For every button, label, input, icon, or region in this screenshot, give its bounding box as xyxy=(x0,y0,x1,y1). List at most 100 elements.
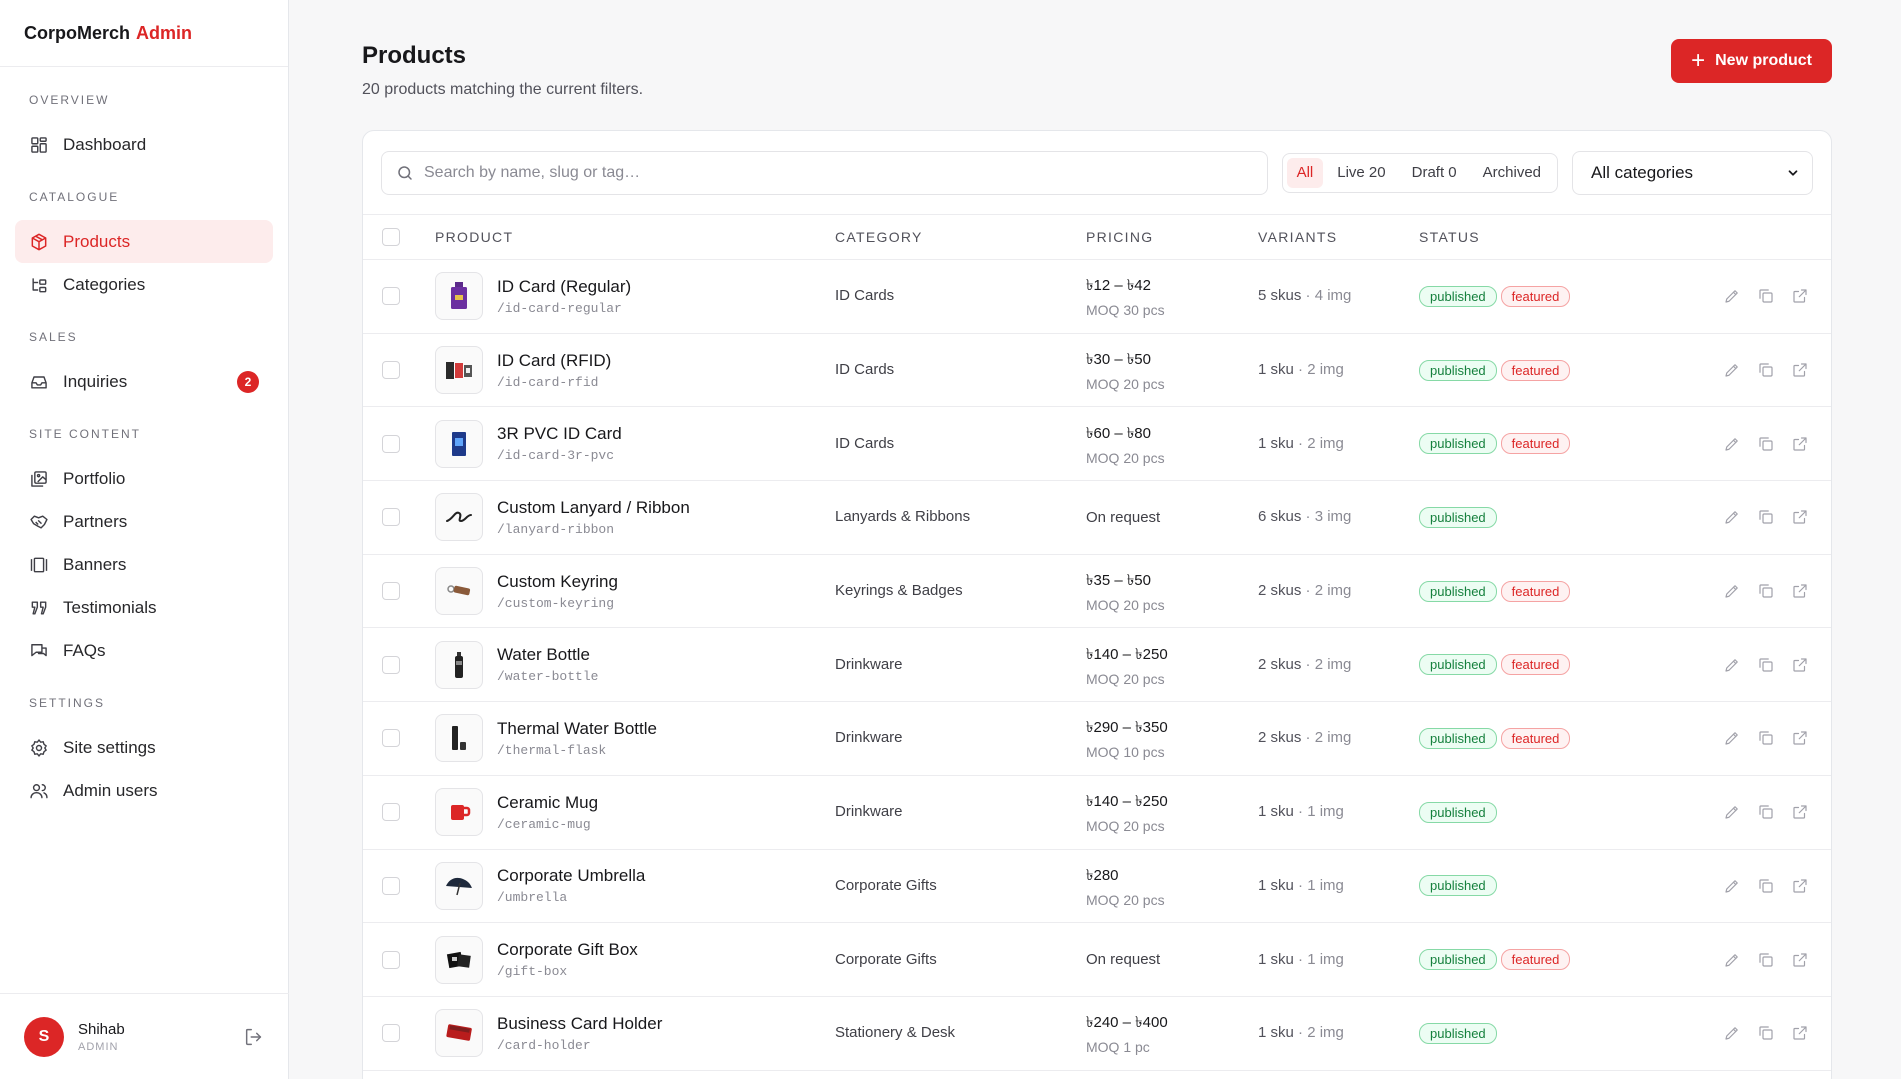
avatar[interactable]: S xyxy=(24,1016,64,1057)
product-name[interactable]: Thermal Water Bottle xyxy=(497,719,657,739)
search-input[interactable] xyxy=(424,163,1253,182)
sidebar-item-banners[interactable]: Banners xyxy=(15,543,273,586)
edit-icon[interactable] xyxy=(1723,951,1741,969)
table-row[interactable]: ID Card (RFID) /id-card-rfid ID Cards ৳3… xyxy=(363,334,1831,408)
table-row[interactable]: Corporate Gift Box /gift-box Corporate G… xyxy=(363,923,1831,997)
table-row[interactable]: Custom Lanyard / Ribbon /lanyard-ribbon … xyxy=(363,481,1831,555)
external-link-icon[interactable] xyxy=(1791,729,1809,747)
sidebar-item-inquiries[interactable]: Inquiries 2 xyxy=(15,360,273,403)
product-name[interactable]: Corporate Umbrella xyxy=(497,866,645,886)
header-product[interactable]: PRODUCT xyxy=(435,229,835,245)
external-link-icon[interactable] xyxy=(1791,508,1809,526)
external-link-icon[interactable] xyxy=(1791,582,1809,600)
product-name[interactable]: Corporate Gift Box xyxy=(497,940,638,960)
sidebar-item-portfolio[interactable]: Portfolio xyxy=(15,457,273,500)
edit-icon[interactable] xyxy=(1723,656,1741,674)
header-category[interactable]: CATEGORY xyxy=(835,229,1086,245)
table-row[interactable]: ID Card (Regular) /id-card-regular ID Ca… xyxy=(363,260,1831,334)
product-name[interactable]: 3R PVC ID Card xyxy=(497,424,622,444)
edit-icon[interactable] xyxy=(1723,1024,1741,1042)
row-checkbox[interactable] xyxy=(382,729,400,748)
product-name[interactable]: ID Card (Regular) xyxy=(497,277,631,297)
sidebar-item-site-settings[interactable]: Site settings xyxy=(15,726,273,769)
header-status[interactable]: STATUS xyxy=(1419,229,1719,245)
header-variants[interactable]: VARIANTS xyxy=(1258,229,1419,245)
external-link-icon[interactable] xyxy=(1791,287,1809,305)
duplicate-icon[interactable] xyxy=(1757,951,1775,969)
duplicate-icon[interactable] xyxy=(1757,361,1775,379)
duplicate-icon[interactable] xyxy=(1757,729,1775,747)
sidebar-item-categories[interactable]: Categories xyxy=(15,263,273,306)
duplicate-icon[interactable] xyxy=(1757,582,1775,600)
sidebar-item-admin-users[interactable]: Admin users xyxy=(15,769,273,812)
product-name[interactable]: Ceramic Mug xyxy=(497,793,598,813)
duplicate-icon[interactable] xyxy=(1757,435,1775,453)
edit-icon[interactable] xyxy=(1723,508,1741,526)
product-name[interactable]: Business Card Holder xyxy=(497,1014,662,1034)
row-checkbox[interactable] xyxy=(382,655,400,674)
search-box[interactable] xyxy=(381,150,1268,195)
product-thumbnail[interactable] xyxy=(435,493,483,542)
row-checkbox[interactable] xyxy=(382,434,400,453)
duplicate-icon[interactable] xyxy=(1757,656,1775,674)
filter-draft[interactable]: Draft 0 xyxy=(1400,158,1469,188)
product-thumbnail[interactable] xyxy=(435,567,483,616)
sidebar-item-testimonials[interactable]: Testimonials xyxy=(15,586,273,629)
edit-icon[interactable] xyxy=(1723,435,1741,453)
edit-icon[interactable] xyxy=(1723,877,1741,895)
table-row[interactable]: 3R PVC ID Card /id-card-3r-pvc ID Cards … xyxy=(363,407,1831,482)
external-link-icon[interactable] xyxy=(1791,877,1809,895)
product-name[interactable]: Custom Lanyard / Ribbon xyxy=(497,498,690,518)
sidebar-item-products[interactable]: Products xyxy=(15,220,273,263)
edit-icon[interactable] xyxy=(1723,803,1741,821)
duplicate-icon[interactable] xyxy=(1757,287,1775,305)
table-row[interactable]: Water Bottle /water-bottle Drinkware ৳14… xyxy=(363,628,1831,703)
row-checkbox[interactable] xyxy=(382,508,400,527)
edit-icon[interactable] xyxy=(1723,361,1741,379)
external-link-icon[interactable] xyxy=(1791,361,1809,379)
filter-all[interactable]: All xyxy=(1286,157,1324,188)
duplicate-icon[interactable] xyxy=(1757,877,1775,895)
sidebar-item-dashboard[interactable]: Dashboard xyxy=(15,123,273,166)
product-name[interactable]: Custom Keyring xyxy=(497,572,618,592)
product-thumbnail[interactable] xyxy=(435,640,483,689)
external-link-icon[interactable] xyxy=(1791,435,1809,453)
product-thumbnail[interactable] xyxy=(435,272,483,321)
product-thumbnail[interactable] xyxy=(435,714,483,763)
row-checkbox[interactable] xyxy=(382,876,400,895)
row-checkbox[interactable] xyxy=(382,582,400,601)
product-thumbnail[interactable] xyxy=(435,788,483,837)
table-row[interactable]: Ceramic Mug /ceramic-mug Drinkware ৳140 … xyxy=(363,776,1831,850)
row-checkbox[interactable] xyxy=(382,361,400,380)
logout-icon[interactable] xyxy=(243,1026,265,1048)
select-all-checkbox[interactable] xyxy=(382,228,400,246)
duplicate-icon[interactable] xyxy=(1757,508,1775,526)
product-name[interactable]: ID Card (RFID) xyxy=(497,351,611,371)
external-link-icon[interactable] xyxy=(1791,656,1809,674)
sidebar-item-faqs[interactable]: FAQs xyxy=(15,629,273,672)
edit-icon[interactable] xyxy=(1723,729,1741,747)
table-row[interactable]: Corporate Umbrella /umbrella Corporate G… xyxy=(363,850,1831,924)
header-pricing[interactable]: PRICING xyxy=(1086,229,1258,245)
edit-icon[interactable] xyxy=(1723,287,1741,305)
category-select[interactable]: All categories xyxy=(1572,150,1813,195)
table-row[interactable]: Custom Keyring /custom-keyring Keyrings … xyxy=(363,555,1831,629)
table-row[interactable]: Business Card Holder /card-holder Statio… xyxy=(363,997,1831,1071)
product-thumbnail[interactable] xyxy=(435,861,483,910)
table-row[interactable]: Thermal Water Bottle /thermal-flask Drin… xyxy=(363,702,1831,776)
product-thumbnail[interactable] xyxy=(435,346,483,395)
row-checkbox[interactable] xyxy=(382,1024,400,1043)
row-checkbox[interactable] xyxy=(382,803,400,822)
row-checkbox[interactable] xyxy=(382,950,400,969)
filter-live[interactable]: Live 20 xyxy=(1325,158,1397,188)
duplicate-icon[interactable] xyxy=(1757,803,1775,821)
product-thumbnail[interactable] xyxy=(435,935,483,984)
product-thumbnail[interactable] xyxy=(435,419,483,468)
product-name[interactable]: Water Bottle xyxy=(497,645,598,665)
brand-logo[interactable]: CorpoMerch Admin xyxy=(0,0,288,67)
external-link-icon[interactable] xyxy=(1791,951,1809,969)
filter-archived[interactable]: Archived xyxy=(1471,158,1553,188)
duplicate-icon[interactable] xyxy=(1757,1024,1775,1042)
row-checkbox[interactable] xyxy=(382,287,400,306)
external-link-icon[interactable] xyxy=(1791,803,1809,821)
